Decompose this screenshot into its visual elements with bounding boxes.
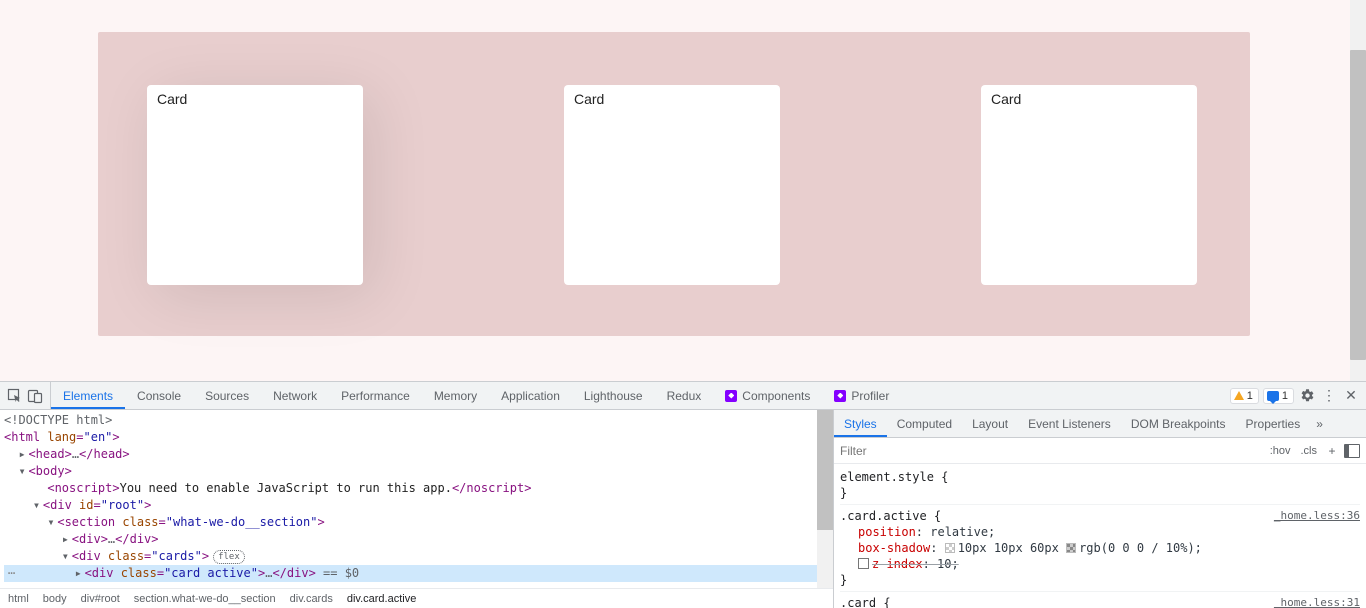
cls-toggle[interactable]: .cls bbox=[1296, 443, 1323, 459]
styles-filter-input[interactable] bbox=[840, 444, 1265, 458]
tab-styles[interactable]: Styles bbox=[834, 410, 887, 437]
crumb-root[interactable]: div#root bbox=[81, 593, 120, 605]
devtools: Elements Console Sources Network Perform… bbox=[0, 381, 1366, 608]
shadow-swatch-icon[interactable] bbox=[945, 543, 955, 553]
toggle-computed-sidebar-icon[interactable] bbox=[1344, 444, 1360, 458]
inspect-element-icon[interactable] bbox=[6, 387, 24, 405]
devtools-tabs: Elements Console Sources Network Perform… bbox=[0, 382, 1366, 410]
dom-scroll-thumb[interactable] bbox=[817, 410, 833, 530]
tab-profiler[interactable]: Profiler bbox=[822, 382, 901, 409]
rule-source-link[interactable]: _home.less:31 bbox=[1274, 595, 1360, 608]
tab-redux[interactable]: Redux bbox=[655, 382, 714, 409]
property-checkbox[interactable] bbox=[858, 558, 869, 569]
messages-badge[interactable]: 1 bbox=[1263, 388, 1294, 404]
crumb-html[interactable]: html bbox=[8, 593, 29, 605]
flex-badge[interactable]: flex bbox=[213, 550, 245, 564]
card-3[interactable]: Card bbox=[981, 85, 1197, 285]
tab-dom-breakpoints[interactable]: DOM Breakpoints bbox=[1121, 410, 1236, 437]
styles-filter-row: :hov .cls + bbox=[834, 438, 1366, 464]
card-1[interactable]: Card bbox=[147, 85, 363, 285]
tab-console[interactable]: Console bbox=[125, 382, 193, 409]
crumb-section[interactable]: section.what-we-do__section bbox=[134, 593, 276, 605]
selected-line-marker: ⋯ bbox=[4, 565, 20, 582]
rule-element-style[interactable]: element.style { } bbox=[840, 466, 1360, 505]
warning-icon bbox=[1234, 391, 1244, 400]
tab-memory[interactable]: Memory bbox=[422, 382, 489, 409]
tab-lighthouse[interactable]: Lighthouse bbox=[572, 382, 655, 409]
react-profiler-icon bbox=[834, 390, 846, 402]
page-canvas: Card Card Card bbox=[98, 32, 1250, 336]
device-toggle-icon[interactable] bbox=[26, 387, 44, 405]
breadcrumb: html body div#root section.what-we-do__s… bbox=[0, 588, 833, 608]
card-2[interactable]: Card bbox=[564, 85, 780, 285]
tab-elements[interactable]: Elements bbox=[51, 382, 125, 409]
elements-panel: <!DOCTYPE html> <html lang="en"> ▸<head>… bbox=[0, 410, 834, 608]
dom-tree[interactable]: <!DOCTYPE html> <html lang="en"> ▸<head>… bbox=[0, 410, 833, 588]
settings-icon[interactable] bbox=[1298, 387, 1316, 405]
tab-properties[interactable]: Properties bbox=[1236, 410, 1311, 437]
page-scrollbar-thumb[interactable] bbox=[1350, 50, 1366, 360]
page-scrollbar-track[interactable] bbox=[1350, 0, 1366, 381]
tab-computed[interactable]: Computed bbox=[887, 410, 962, 437]
tab-performance[interactable]: Performance bbox=[329, 382, 422, 409]
hov-toggle[interactable]: :hov bbox=[1265, 443, 1296, 459]
warnings-badge[interactable]: 1 bbox=[1230, 388, 1259, 404]
tab-sources[interactable]: Sources bbox=[193, 382, 261, 409]
crumb-body[interactable]: body bbox=[43, 593, 67, 605]
dom-scrollbar[interactable] bbox=[817, 410, 833, 588]
tab-network[interactable]: Network bbox=[261, 382, 329, 409]
tab-event-listeners[interactable]: Event Listeners bbox=[1018, 410, 1121, 437]
close-devtools-icon[interactable]: ✕ bbox=[1342, 387, 1360, 405]
more-tabs-icon[interactable]: » bbox=[1310, 417, 1329, 431]
styles-panel: Styles Computed Layout Event Listeners D… bbox=[834, 410, 1366, 608]
color-swatch-icon[interactable] bbox=[1066, 543, 1076, 553]
styles-rules[interactable]: element.style { } _home.less:36 .card.ac… bbox=[834, 464, 1366, 608]
tab-layout[interactable]: Layout bbox=[962, 410, 1018, 437]
rule-card-active[interactable]: _home.less:36 .card.active { position: r… bbox=[840, 505, 1360, 592]
rendered-page: Card Card Card bbox=[0, 0, 1366, 381]
styles-tabs: Styles Computed Layout Event Listeners D… bbox=[834, 410, 1366, 438]
new-style-rule-icon[interactable]: + bbox=[1322, 444, 1342, 458]
tab-components[interactable]: Components bbox=[713, 382, 822, 409]
rule-card[interactable]: _home.less:31 .card { width: 300px; bbox=[840, 592, 1360, 608]
crumb-cards[interactable]: div.cards bbox=[290, 593, 333, 605]
more-icon[interactable]: ⋮ bbox=[1320, 387, 1338, 405]
crumb-card-active[interactable]: div.card.active bbox=[347, 593, 417, 605]
rule-source-link[interactable]: _home.less:36 bbox=[1274, 508, 1360, 524]
react-components-icon bbox=[725, 390, 737, 402]
message-icon bbox=[1267, 391, 1279, 401]
tab-application[interactable]: Application bbox=[489, 382, 572, 409]
